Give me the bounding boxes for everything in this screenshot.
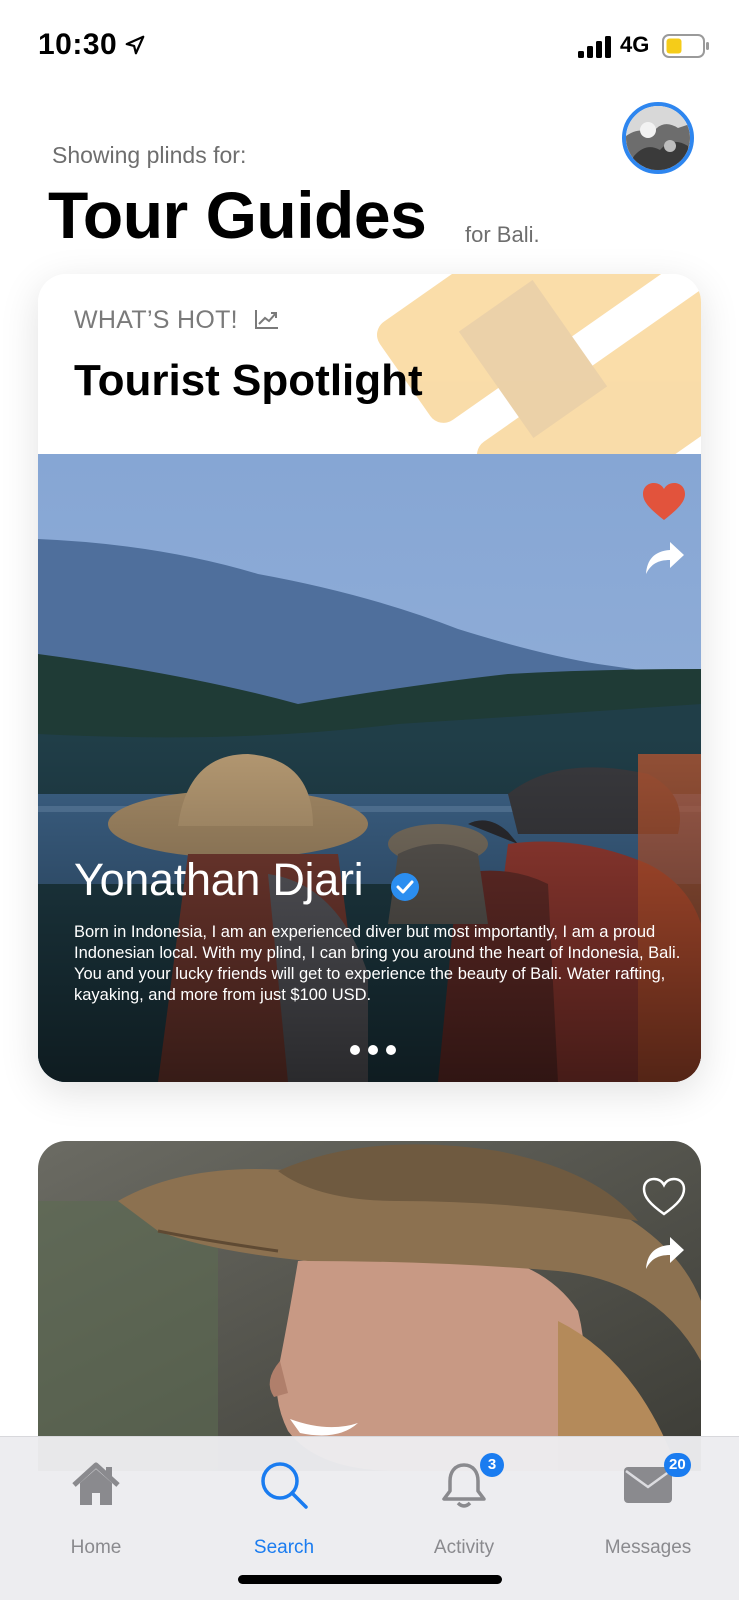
activity-badge: 3	[480, 1453, 504, 1477]
carousel-dots[interactable]	[348, 1044, 398, 1056]
status-bar: 10:30 4G	[0, 0, 739, 90]
network-label: 4G	[620, 32, 650, 57]
heart-outline-icon[interactable]	[642, 1177, 686, 1217]
location-arrow-icon	[125, 35, 145, 55]
tab-search[interactable]: Search	[214, 1459, 354, 1569]
guide-photo[interactable]: Yonathan Djari Born in Indonesia, I am a…	[38, 454, 701, 1082]
tab-home[interactable]: Home	[26, 1459, 166, 1569]
spotlight-card[interactable]: WHAT’S HOT! Tourist Spotlight Yonathan D…	[38, 274, 701, 1082]
home-icon	[72, 1462, 120, 1505]
home-indicator[interactable]	[238, 1575, 502, 1584]
avatar[interactable]	[622, 102, 694, 174]
results-subheading: Showing plinds for:	[52, 142, 247, 168]
signal-icon	[578, 36, 611, 58]
tab-messages[interactable]: 20 Messages	[578, 1453, 718, 1569]
location-suffix: for Bali.	[465, 222, 540, 247]
tab-activity-label: Activity	[433, 1537, 495, 1558]
trending-up-icon	[255, 310, 278, 329]
share-icon[interactable]	[644, 540, 686, 576]
tab-search-label: Search	[253, 1537, 315, 1558]
guide-card[interactable]	[38, 1141, 701, 1471]
tab-activity[interactable]: 3 Activity	[394, 1453, 534, 1569]
messages-badge: 20	[664, 1453, 691, 1477]
spotlight-card-header: WHAT’S HOT! Tourist Spotlight	[38, 274, 701, 454]
tab-messages-label: Messages	[604, 1537, 692, 1558]
search-icon	[261, 1462, 308, 1509]
battery-icon	[662, 34, 709, 58]
whats-hot-label: WHAT’S HOT!	[74, 306, 238, 334]
share-icon[interactable]	[644, 1235, 686, 1271]
spotlight-title: Tourist Spotlight	[74, 356, 423, 405]
page-title: Tour Guides	[48, 178, 427, 252]
avatar-image	[626, 106, 690, 170]
tab-home-label: Home	[70, 1537, 122, 1558]
guide-name[interactable]: Yonathan Djari	[74, 854, 364, 906]
guide-card-photo	[38, 1141, 701, 1471]
verified-badge-icon	[391, 873, 419, 901]
status-time: 10:30	[38, 28, 118, 61]
heart-icon[interactable]	[642, 482, 686, 522]
guide-bio: Born in Indonesia, I am an experienced d…	[74, 923, 681, 1004]
